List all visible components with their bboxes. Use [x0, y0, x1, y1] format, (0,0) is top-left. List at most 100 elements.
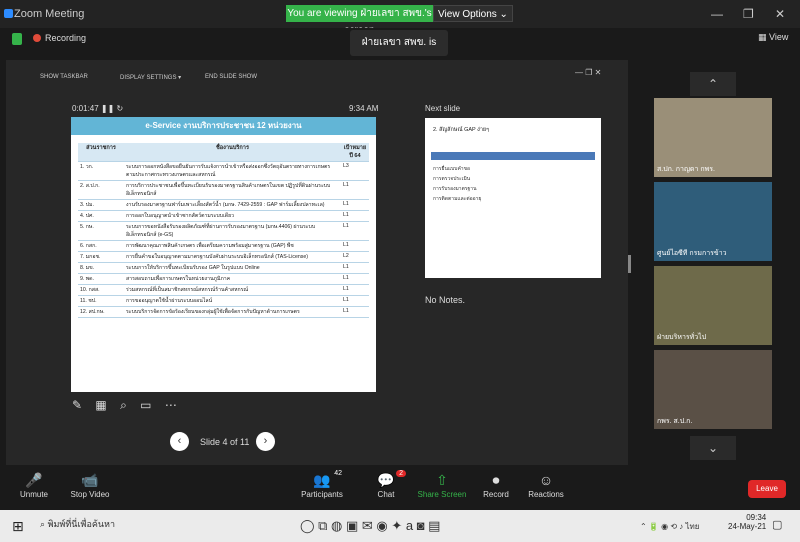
- control-label: Chat: [377, 490, 395, 499]
- system-tray[interactable]: ⌃ 🔋 ◉ ⟲ ♪ ไทย: [640, 520, 699, 533]
- slide-count: Slide 4 of 11: [200, 437, 250, 447]
- split-handle[interactable]: [628, 255, 631, 273]
- view-options-button[interactable]: View Options ⌄: [433, 5, 513, 22]
- slide-table-cell: L1: [341, 240, 369, 252]
- meeting-controls: 🎤 Unmute 📹 Stop Video 👥 42 Participants 💬 2 Chat ⇧…: [0, 470, 800, 510]
- slide-table-cell: การยื่นคำขอใบอนุญาตตามมาตรฐานบังคับผ่านร…: [124, 251, 341, 263]
- slide-table-cell: 6. กสก.: [78, 240, 124, 252]
- presenter-toolbar: SHOW TASKBAR DISPLAY SETTINGS ▾ END SLID…: [20, 68, 610, 84]
- slide-table-cell: L1: [341, 284, 369, 296]
- participant-tile[interactable]: ฝ่ายบริหารทั่วไป: [654, 266, 772, 345]
- slide-table-cell: 9. พด.: [78, 273, 124, 285]
- speaker-notes: No Notes.: [425, 295, 466, 305]
- presenter-icon[interactable]: ▭: [140, 398, 151, 412]
- control-label: Share Screen: [417, 490, 467, 499]
- share-screen-button[interactable]: ⇧ Share Screen: [412, 470, 472, 499]
- gallery-down-chevron-icon[interactable]: ⌄: [690, 436, 736, 460]
- slide-table-cell: ระบบการให้บริการขึ้นทะเบียนรับรอง GAP ใน…: [124, 262, 341, 274]
- next-slide-label: Next slide: [425, 104, 461, 113]
- slide-table-row: 6. กสก. การพัฒนาคุณภาพสินค้าเกษตร เพื่อเต…: [78, 240, 369, 252]
- next-slide-line: การตรวจประเมิน: [433, 176, 471, 182]
- zoom-icon[interactable]: ⌕: [120, 398, 127, 412]
- next-slide-preview[interactable]: 2. สัญลักษณ์ GAP ง่ายๆ การยื่นแบบคำขอการ…: [425, 118, 601, 278]
- prev-slide-button[interactable]: ‹: [170, 432, 189, 451]
- stop-video-button[interactable]: 📹 Stop Video: [60, 470, 120, 499]
- chat-button[interactable]: 💬 2 Chat: [356, 470, 416, 499]
- participant-tile[interactable]: ศูนย์ไอซีที กรมการข้าว: [654, 182, 772, 261]
- view-button[interactable]: ▦ View: [758, 32, 788, 43]
- unmute-button[interactable]: 🎤 Unmute: [4, 470, 64, 499]
- slide-table-cell: ร่วมสหกรณ์ที่เป็นสมาชิกสหกรณ์สหกรณ์ร้านค…: [124, 284, 341, 296]
- zoom-icon: [4, 9, 13, 18]
- slide-table-cell: 4. ปศ.: [78, 210, 124, 222]
- gallery-up-chevron-icon[interactable]: ⌃: [690, 72, 736, 96]
- viewing-banner: You are viewing ฝ่ายเลขา สพข.'s screen: [286, 5, 433, 36]
- slide-table: ส่วนราชการ ชื่องานบริการ เป้าหมาย ปี 64 …: [78, 143, 369, 318]
- control-label: Reactions: [528, 490, 564, 499]
- col-header: เป้าหมาย ปี 64: [341, 143, 369, 162]
- slide-table-cell: การบริการประชาชนเพื่อขึ้นทะเบียนรับรองมา…: [124, 180, 341, 200]
- slide-table-cell: ระบบบริการจัดการข้อร้องเรียนของกลุ่มผู้ใ…: [124, 306, 341, 318]
- slide-table-row: 4. ปศ. การออกใบอนุญาตนำเข้าซากสัตว์ตามระบ…: [78, 210, 369, 222]
- participant-tile[interactable]: ส.ปก. กาญดา กพร.: [654, 98, 772, 177]
- participants-button[interactable]: 👥 42 Participants: [292, 470, 352, 499]
- reactions-button[interactable]: ☺ Reactions: [516, 470, 576, 499]
- search-icon: ⌕: [40, 519, 46, 529]
- participant-name: ศูนย์ไอซีที กรมการข้าว: [657, 250, 727, 257]
- participants-icon: 👥: [313, 472, 331, 488]
- grid-icon[interactable]: ▦: [95, 398, 106, 412]
- slide-table-cell: L2: [341, 251, 369, 263]
- taskbar-clock[interactable]: 09:34 24-May-21: [728, 513, 766, 531]
- participant-tile[interactable]: กพร. ส.ป.ก.: [654, 350, 772, 429]
- next-slide-line: การยื่นแบบคำขอ: [433, 166, 471, 172]
- slide-table-cell: L1: [341, 262, 369, 274]
- window-controls-icon[interactable]: — ❐ ✕: [575, 68, 601, 77]
- slide-table-row: 5. กษ. ระบบการขอหนังสือรับรองผลิตภัณฑ์ที่…: [78, 221, 369, 241]
- elapsed-timer: 0:01:47 ❚❚ ↻: [72, 104, 124, 113]
- slide-table-cell: L1: [341, 199, 369, 211]
- close-icon[interactable]: ✕: [775, 7, 785, 21]
- slide-table-row: 9. พด. สารสอบถามเพื่อการเกษตรในหน่วยงานภู…: [78, 273, 369, 285]
- display-settings-button[interactable]: DISPLAY SETTINGS ▾: [120, 74, 181, 81]
- slide-table-row: 2. ส.ป.ก. การบริการประชาชนเพื่อขึ้นทะเบีย…: [78, 180, 369, 200]
- slide-table-row: 11. ชป. การขออนุญาตใช้น้ำผ่านระบบออนไลน์ L…: [78, 295, 369, 307]
- control-label: Unmute: [19, 490, 48, 499]
- minimize-icon[interactable]: —: [711, 7, 723, 21]
- next-slide-button[interactable]: ›: [256, 432, 275, 451]
- taskbar-search[interactable]: ⌕ พิมพ์ที่นี่เพื่อค้นหา: [40, 517, 115, 531]
- next-slide-line: การติดตามและต่ออายุ: [433, 196, 482, 202]
- recording-label[interactable]: Recording: [45, 33, 86, 43]
- maximize-icon[interactable]: ❐: [743, 7, 754, 21]
- more-icon[interactable]: ⋯: [165, 398, 177, 412]
- view-label: View: [769, 32, 789, 42]
- leave-button[interactable]: Leave: [748, 480, 786, 498]
- slide-table-cell: L1: [341, 273, 369, 285]
- slide-table-cell: การออกใบอนุญาตนำเข้าซากสัตว์ตามระบบเดียว: [124, 210, 341, 222]
- active-speaker-tooltip: ฝ่ายเลขา สพข. is talking...: [350, 30, 448, 74]
- participant-name: ฝ่ายบริหารทั่วไป: [657, 334, 707, 341]
- slide-table-cell: ระบบการขอหนังสือรับรองผลิตภัณฑ์ที่ผ่านกา…: [124, 221, 341, 241]
- control-label: Record: [483, 490, 509, 499]
- taskbar-apps[interactable]: ◯ ⧉ ◍ ▣ ✉ ◉ ✦ a ◙ ▤: [300, 518, 440, 534]
- show-taskbar-button[interactable]: SHOW TASKBAR: [40, 74, 88, 80]
- annotation-tools: ✎ ▦ ⌕ ▭ ⋯: [72, 398, 177, 413]
- unmute-icon: 🎤: [25, 472, 43, 488]
- grid-icon: ▦: [758, 32, 767, 42]
- windows-taskbar: ⊞ ◯ ⧉ ◍ ▣ ✉ ◉ ✦ a ◙ ▤ ⌃ 🔋 ◉ ⟲ ♪ ไทย ▢: [0, 510, 800, 542]
- slide-table-cell: การขออนุญาตใช้น้ำผ่านระบบออนไลน์: [124, 295, 341, 307]
- slide-table-cell: 2. ส.ป.ก.: [78, 180, 124, 200]
- slide-table-row: 12. สป.กษ. ระบบบริการจัดการข้อร้องเรียนขอ…: [78, 306, 369, 318]
- next-slide-title: 2. สัญลักษณ์ GAP ง่ายๆ: [433, 127, 490, 133]
- stop-video-icon: 📹: [81, 472, 99, 488]
- notification-icon[interactable]: ▢: [772, 518, 782, 531]
- pen-icon[interactable]: ✎: [72, 398, 82, 412]
- windows-start-icon[interactable]: ⊞: [12, 518, 24, 535]
- reactions-icon: ☺: [538, 472, 554, 488]
- slide-table-row: 3. ปม. งานรับรองมาตรฐานฟาร์มเพาะเลี้ยงสัต…: [78, 199, 369, 211]
- slide-table-row: 1. วก. ระบบการออกหนังสือขอยืนยันการรับแจ้…: [78, 161, 369, 181]
- slide-table-cell: L1: [341, 306, 369, 318]
- slide-table-cell: 3. ปม.: [78, 199, 124, 211]
- end-show-button[interactable]: END SLIDE SHOW: [205, 74, 257, 80]
- shield-icon[interactable]: [12, 33, 22, 45]
- participant-name: ส.ปก. กาญดา กพร.: [657, 166, 715, 173]
